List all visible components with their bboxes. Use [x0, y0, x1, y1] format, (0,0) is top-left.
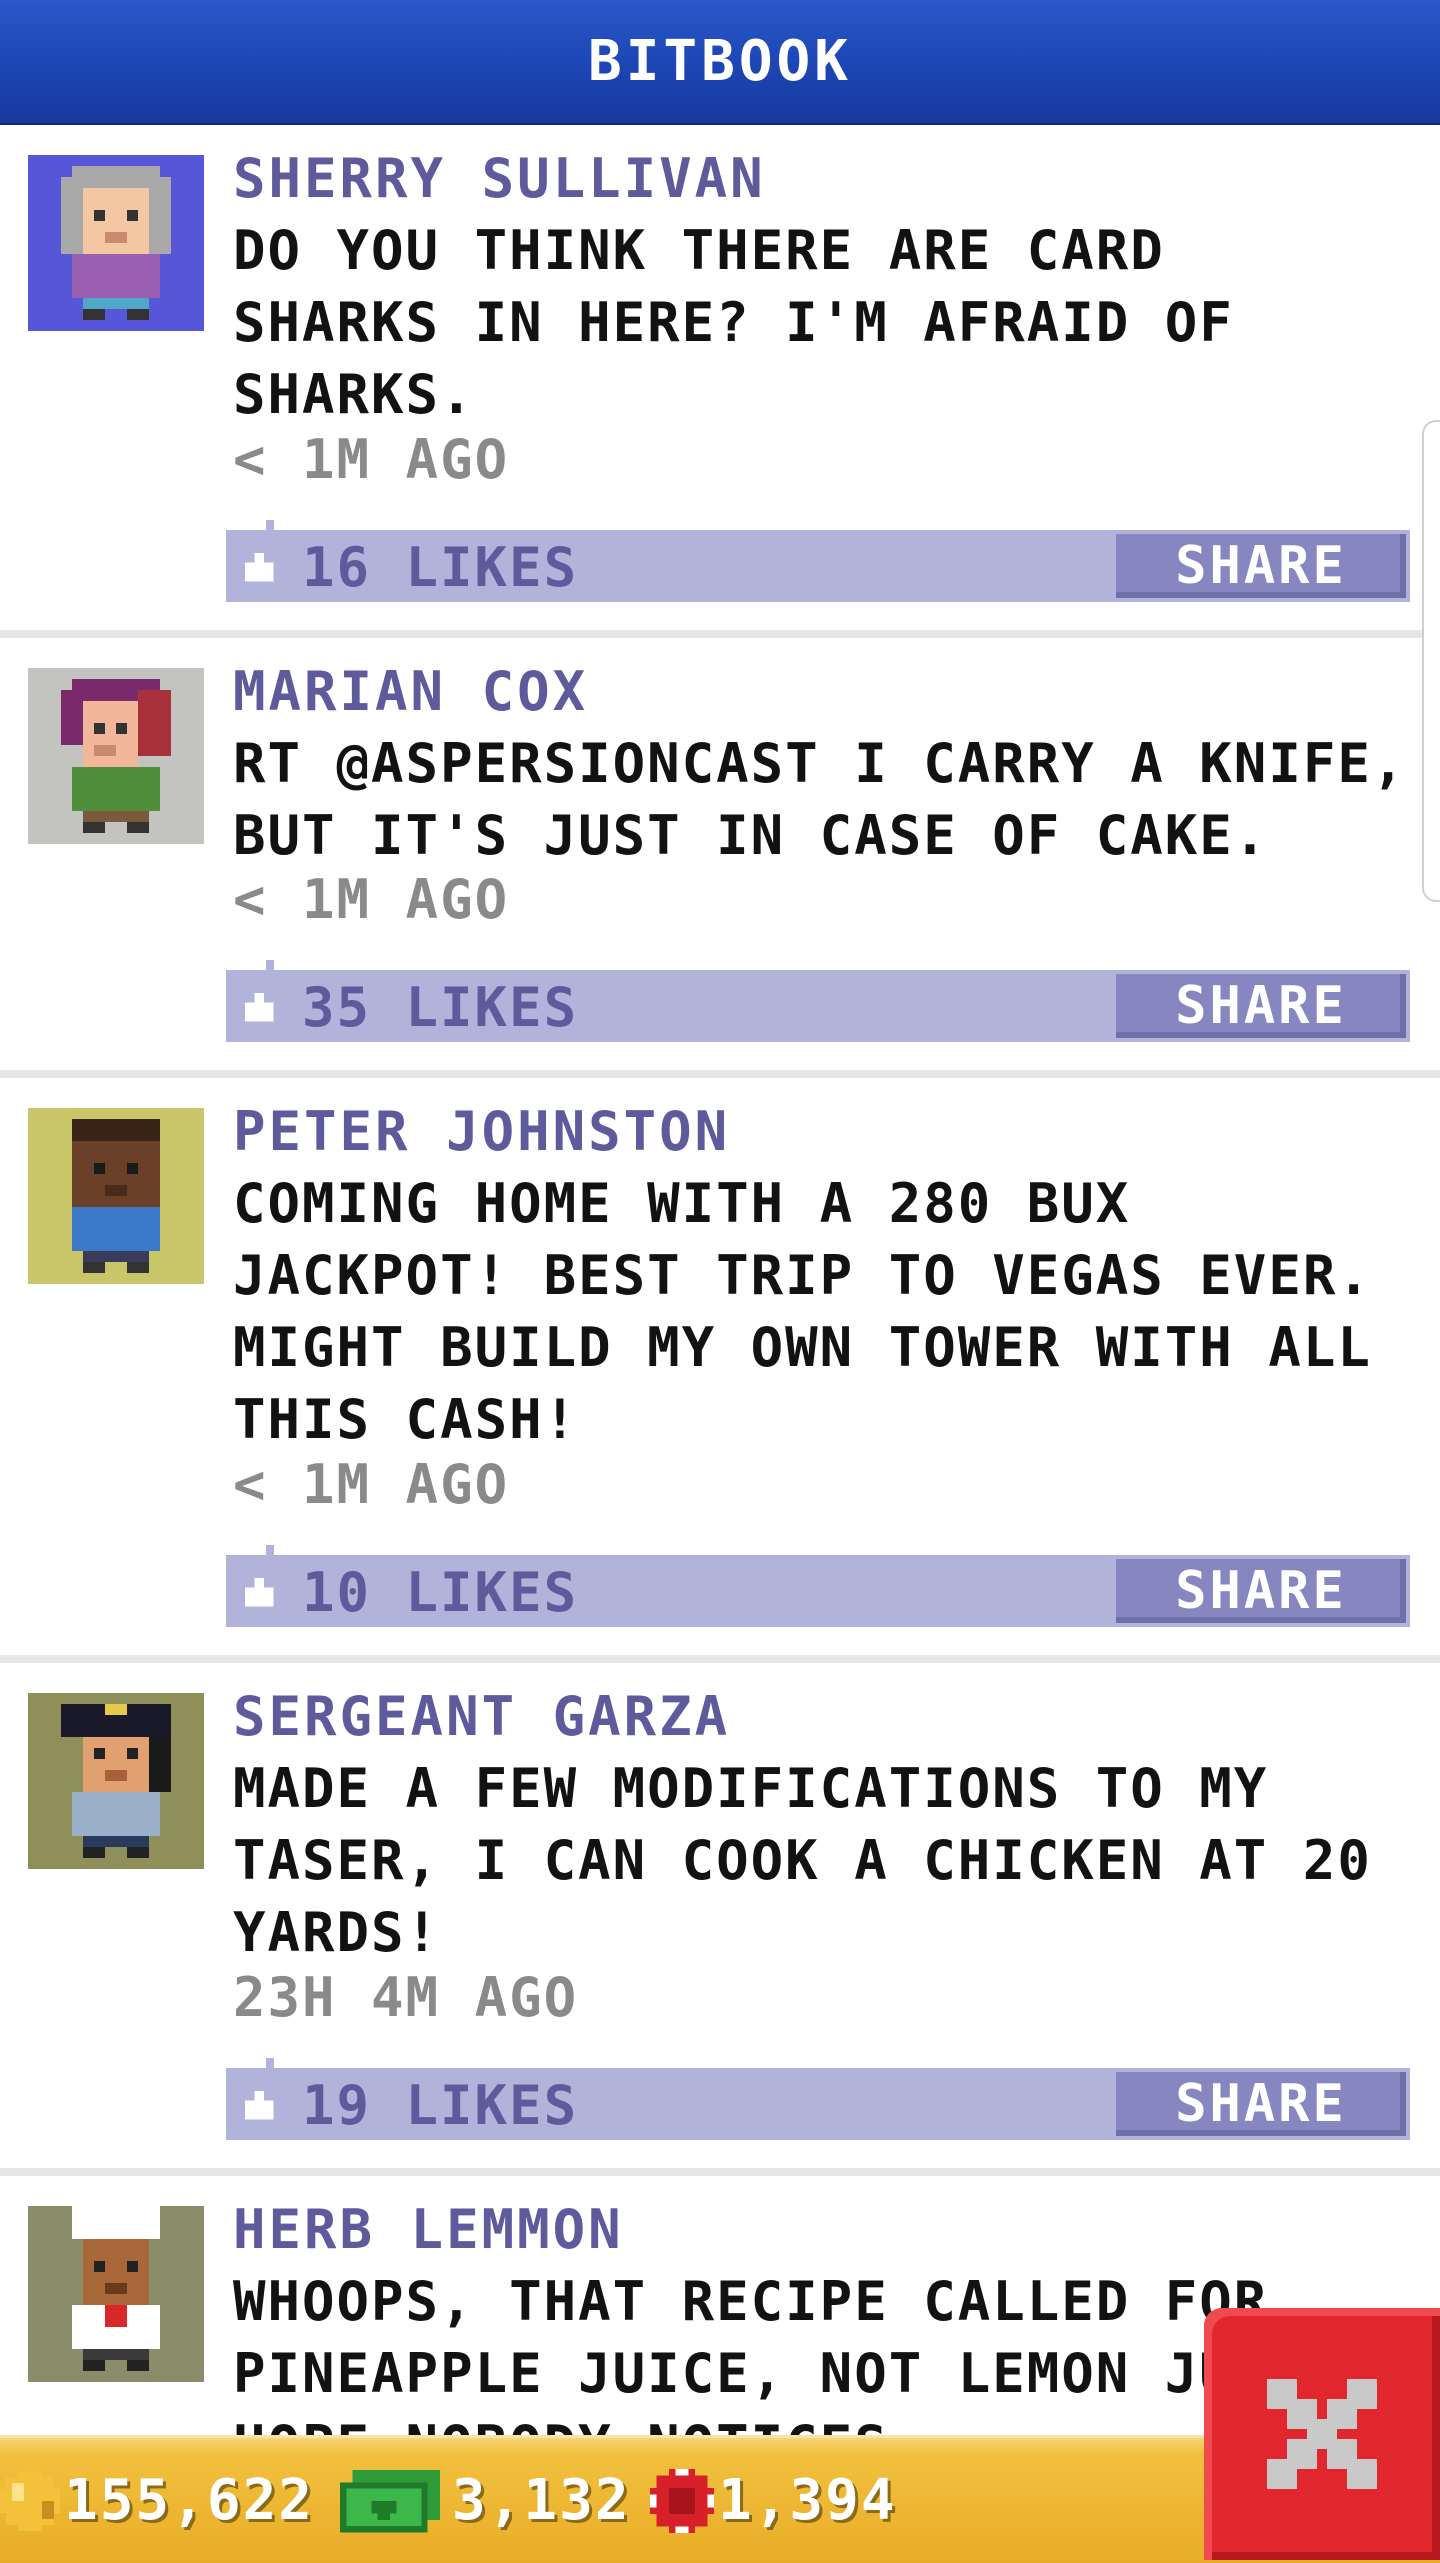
post-body: DO YOU THINK THERE ARE CARD SHARKS IN HE…	[233, 215, 1413, 431]
post-line: SHARKS IN HERE? I'M AFRAID OF	[233, 291, 1234, 354]
post-timestamp: < 1M AGO	[233, 1453, 510, 1516]
share-label: SHARE	[1175, 2074, 1347, 2134]
like-count[interactable]: 16 LIKES	[302, 536, 578, 599]
post-body: MADE A FEW MODIFICATIONS TO MY TASER, I …	[233, 1753, 1413, 1969]
bux-bill-icon	[340, 2469, 440, 2532]
post-line: BUT IT'S JUST IN CASE OF CAKE.	[233, 804, 1269, 867]
coin-icon	[0, 2470, 60, 2531]
post-line: YARDS!	[233, 1901, 441, 1964]
post-sherry-sullivan: SHERRY SULLIVAN DO YOU THINK THERE ARE C…	[0, 125, 1440, 630]
share-button[interactable]: SHARE	[1116, 534, 1406, 598]
close-button[interactable]	[1204, 2308, 1440, 2560]
avatar[interactable]	[28, 2206, 204, 2382]
share-label: SHARE	[1175, 536, 1347, 596]
thumbs-up-icon[interactable]	[240, 992, 278, 1022]
post-body: COMING HOME WITH A 280 BUX JACKPOT! BEST…	[233, 1168, 1413, 1456]
like-bar: 10 LIKES SHARE	[226, 1545, 1410, 1627]
thumbs-up-icon[interactable]	[240, 552, 278, 582]
bux-value: 3,132	[452, 2468, 631, 2533]
post-line: DO YOU THINK THERE ARE CARD	[233, 219, 1165, 282]
share-label: SHARE	[1175, 976, 1347, 1036]
post-body: RT @ASPERSIONCAST I CARRY A KNIFE, BUT I…	[233, 728, 1413, 872]
share-label: SHARE	[1175, 1561, 1347, 1621]
thumbs-up-icon[interactable]	[240, 2090, 278, 2120]
post-timestamp: 23H 4M AGO	[233, 1966, 579, 2029]
like-bar-notch	[266, 1545, 274, 1555]
post-sergeant-garza: SERGEANT GARZA MADE A FEW MODIFICATIONS …	[0, 1663, 1440, 2168]
chips-value: 1,394	[718, 2468, 897, 2533]
post-line: RT @ASPERSIONCAST I CARRY A KNIFE,	[233, 732, 1407, 795]
avatar[interactable]	[28, 1693, 204, 1869]
peter-avatar-icon	[28, 1108, 204, 1284]
post-divider	[0, 2168, 1440, 2176]
scrollbar-thumb[interactable]	[1422, 420, 1440, 902]
like-bar-notch	[266, 520, 274, 530]
like-bar-notch	[266, 2058, 274, 2068]
share-button[interactable]: SHARE	[1116, 2072, 1406, 2136]
sergeant-avatar-icon	[28, 1693, 204, 1869]
coins-value: 155,622	[64, 2468, 315, 2533]
share-button[interactable]: SHARE	[1116, 974, 1406, 1038]
avatar[interactable]	[28, 155, 204, 331]
thumbs-up-icon[interactable]	[240, 1577, 278, 1607]
chips-stat: 1,394	[650, 2438, 897, 2563]
like-count[interactable]: 10 LIKES	[302, 1561, 578, 1624]
sherry-avatar-icon	[28, 155, 204, 331]
like-bar: 19 LIKES SHARE	[226, 2058, 1410, 2140]
post-author[interactable]: SHERRY SULLIVAN	[233, 147, 766, 210]
post-divider	[0, 1655, 1440, 1663]
marian-avatar-icon	[28, 668, 204, 844]
avatar[interactable]	[28, 1108, 204, 1284]
post-author[interactable]: MARIAN COX	[233, 660, 588, 723]
post-line: TASER, I CAN COOK A CHICKEN AT 20	[233, 1829, 1372, 1892]
like-bar-notch	[266, 960, 274, 970]
post-divider	[0, 630, 1440, 638]
like-bar: 35 LIKES SHARE	[226, 960, 1410, 1042]
app-header: BITBOOK	[0, 0, 1440, 125]
post-author[interactable]: SERGEANT GARZA	[233, 1685, 730, 1748]
post-line: COMING HOME WITH A 280 BUX	[233, 1172, 1131, 1235]
post-peter-johnston: PETER JOHNSTON COMING HOME WITH A 280 BU…	[0, 1078, 1440, 1655]
share-button[interactable]: SHARE	[1116, 1559, 1406, 1623]
post-line: THIS CASH!	[233, 1388, 579, 1451]
like-bar: 16 LIKES SHARE	[226, 520, 1410, 602]
close-x-icon	[1267, 2379, 1377, 2489]
post-author[interactable]: HERB LEMMON	[233, 2198, 624, 2261]
post-line: SHARKS.	[233, 363, 475, 426]
app-title: BITBOOK	[587, 29, 852, 94]
post-timestamp: < 1M AGO	[233, 428, 510, 491]
poker-chip-icon	[650, 2468, 714, 2533]
like-count[interactable]: 35 LIKES	[302, 976, 578, 1039]
bux-stat: 3,132	[340, 2438, 631, 2563]
post-timestamp: < 1M AGO	[233, 868, 510, 931]
post-line: MIGHT BUILD MY OWN TOWER WITH ALL	[233, 1316, 1372, 1379]
herb-avatar-icon	[28, 2206, 204, 2382]
bitbook-feed[interactable]: SHERRY SULLIVAN DO YOU THINK THERE ARE C…	[0, 125, 1440, 2435]
post-marian-cox: MARIAN COX RT @ASPERSIONCAST I CARRY A K…	[0, 638, 1440, 1070]
avatar[interactable]	[28, 668, 204, 844]
post-line: JACKPOT! BEST TRIP TO VEGAS EVER.	[233, 1244, 1372, 1307]
coins-stat: 155,622	[0, 2438, 314, 2563]
like-count[interactable]: 19 LIKES	[302, 2074, 578, 2137]
post-author[interactable]: PETER JOHNSTON	[233, 1100, 730, 1163]
post-line: MADE A FEW MODIFICATIONS TO MY	[233, 1757, 1269, 1820]
post-divider	[0, 1070, 1440, 1078]
